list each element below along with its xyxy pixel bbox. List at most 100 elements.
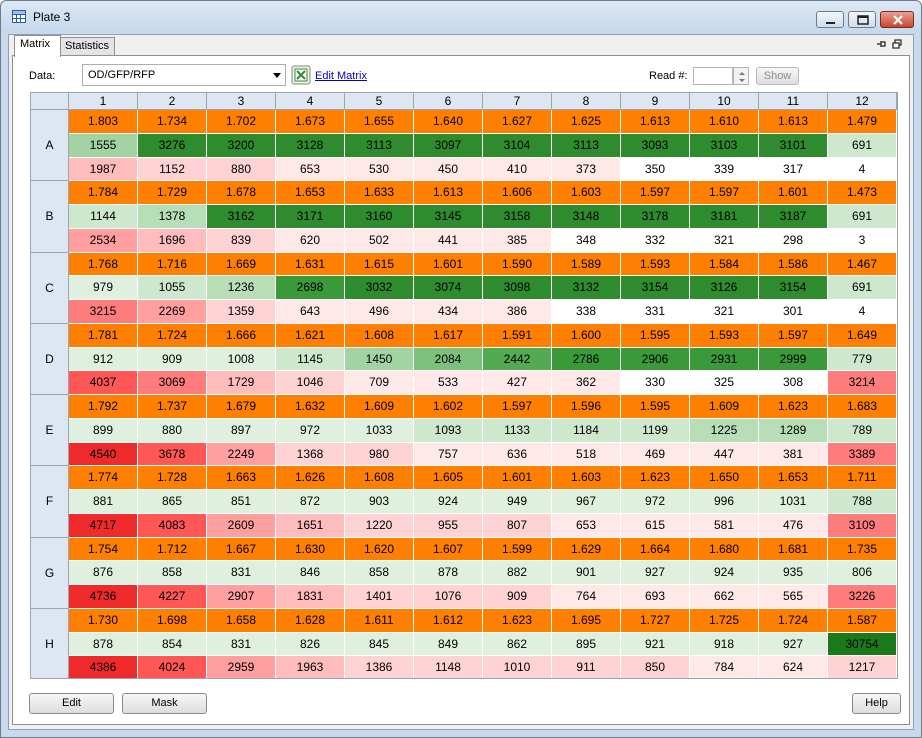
well-cell-rfp[interactable]: 1386 — [345, 656, 414, 678]
well-cell-gfp[interactable]: 1225 — [690, 418, 759, 443]
well-cell-gfp[interactable]: 3162 — [207, 205, 276, 229]
well-cell-od[interactable]: 1.591 — [483, 323, 552, 348]
row-header[interactable]: H — [31, 608, 69, 678]
well-cell-od[interactable]: 1.734 — [138, 110, 207, 134]
well-cell-od[interactable]: 1.627 — [483, 110, 552, 134]
well-cell-gfp[interactable]: 30754 — [828, 632, 897, 657]
well-cell-gfp[interactable]: 996 — [690, 490, 759, 514]
well-cell-od[interactable]: 1.602 — [414, 395, 483, 419]
well-cell-rfp[interactable]: 2959 — [207, 656, 276, 678]
well-cell-gfp[interactable]: 903 — [345, 490, 414, 514]
well-cell-gfp[interactable]: 927 — [759, 632, 828, 657]
well-cell-gfp[interactable]: 1031 — [759, 490, 828, 514]
well-cell-gfp[interactable]: 3148 — [552, 205, 621, 229]
well-cell-gfp[interactable]: 1055 — [138, 276, 207, 300]
well-cell-od[interactable]: 1.666 — [207, 323, 276, 348]
pin-icon[interactable] — [876, 39, 886, 49]
well-cell-gfp[interactable]: 3200 — [207, 133, 276, 158]
read-number-input[interactable] — [693, 67, 733, 85]
well-cell-rfp[interactable]: 4037 — [69, 371, 138, 395]
well-cell-gfp[interactable]: 831 — [207, 632, 276, 657]
well-cell-rfp[interactable]: 1076 — [414, 585, 483, 609]
column-header[interactable]: 11 — [759, 93, 828, 110]
well-cell-gfp[interactable]: 3276 — [138, 133, 207, 158]
column-header[interactable]: 3 — [207, 93, 276, 110]
well-cell-gfp[interactable]: 3187 — [759, 205, 828, 229]
well-cell-rfp[interactable]: 410 — [483, 157, 552, 182]
well-cell-gfp[interactable]: 858 — [345, 561, 414, 585]
well-cell-rfp[interactable]: 1359 — [207, 300, 276, 324]
well-cell-rfp[interactable]: 615 — [621, 513, 690, 538]
well-cell-od[interactable]: 1.653 — [276, 181, 345, 205]
well-cell-rfp[interactable]: 709 — [345, 371, 414, 395]
well-cell-rfp[interactable]: 624 — [759, 656, 828, 678]
column-header[interactable]: 4 — [276, 93, 345, 110]
well-cell-rfp[interactable]: 911 — [552, 656, 621, 678]
well-cell-od[interactable]: 1.679 — [207, 395, 276, 419]
well-cell-od[interactable]: 1.603 — [552, 466, 621, 490]
well-cell-gfp[interactable]: 2931 — [690, 347, 759, 372]
well-cell-od[interactable]: 1.595 — [621, 395, 690, 419]
mask-button[interactable]: Mask — [122, 693, 207, 714]
well-cell-gfp[interactable]: 865 — [138, 490, 207, 514]
well-cell-rfp[interactable]: 321 — [690, 300, 759, 324]
help-button[interactable]: Help — [852, 693, 901, 714]
well-cell-rfp[interactable]: 3214 — [828, 371, 897, 395]
well-cell-od[interactable]: 1.600 — [552, 323, 621, 348]
well-cell-od[interactable]: 1.669 — [207, 252, 276, 277]
well-cell-od[interactable]: 1.615 — [345, 252, 414, 277]
well-cell-gfp[interactable]: 1093 — [414, 418, 483, 443]
well-cell-rfp[interactable]: 350 — [621, 157, 690, 182]
well-cell-od[interactable]: 1.702 — [207, 110, 276, 134]
well-cell-rfp[interactable]: 2269 — [138, 300, 207, 324]
well-cell-od[interactable]: 1.621 — [276, 323, 345, 348]
tab-matrix[interactable]: Matrix — [14, 35, 61, 57]
well-cell-rfp[interactable]: 880 — [207, 157, 276, 182]
well-cell-rfp[interactable]: 4540 — [69, 442, 138, 467]
column-header[interactable]: 7 — [483, 93, 552, 110]
well-cell-od[interactable]: 1.467 — [828, 252, 897, 277]
well-cell-rfp[interactable]: 4083 — [138, 513, 207, 538]
well-cell-rfp[interactable]: 3215 — [69, 300, 138, 324]
well-cell-gfp[interactable]: 1033 — [345, 418, 414, 443]
well-cell-rfp[interactable]: 325 — [690, 371, 759, 395]
well-cell-rfp[interactable]: 2249 — [207, 442, 276, 467]
well-cell-rfp[interactable]: 386 — [483, 300, 552, 324]
well-cell-od[interactable]: 1.658 — [207, 608, 276, 633]
well-cell-gfp[interactable]: 3181 — [690, 205, 759, 229]
well-cell-rfp[interactable]: 1401 — [345, 585, 414, 609]
column-header[interactable]: 10 — [690, 93, 759, 110]
well-cell-gfp[interactable]: 924 — [690, 561, 759, 585]
well-cell-gfp[interactable]: 895 — [552, 632, 621, 657]
well-cell-od[interactable]: 1.601 — [483, 466, 552, 490]
well-cell-gfp[interactable]: 849 — [414, 632, 483, 657]
maximize-button[interactable] — [848, 11, 876, 28]
well-cell-rfp[interactable]: 2907 — [207, 585, 276, 609]
well-cell-gfp[interactable]: 854 — [138, 632, 207, 657]
well-cell-gfp[interactable]: 2084 — [414, 347, 483, 372]
row-header[interactable]: B — [31, 181, 69, 253]
well-cell-rfp[interactable]: 643 — [276, 300, 345, 324]
well-cell-rfp[interactable]: 839 — [207, 228, 276, 253]
well-cell-od[interactable]: 1.623 — [483, 608, 552, 633]
well-cell-od[interactable]: 1.613 — [414, 181, 483, 205]
well-cell-od[interactable]: 1.781 — [69, 323, 138, 348]
well-cell-rfp[interactable]: 1696 — [138, 228, 207, 253]
well-cell-rfp[interactable]: 653 — [276, 157, 345, 182]
well-cell-od[interactable]: 1.593 — [690, 323, 759, 348]
well-cell-rfp[interactable]: 339 — [690, 157, 759, 182]
well-cell-rfp[interactable]: 1963 — [276, 656, 345, 678]
well-cell-gfp[interactable]: 788 — [828, 490, 897, 514]
well-cell-rfp[interactable]: 518 — [552, 442, 621, 467]
well-cell-od[interactable]: 1.728 — [138, 466, 207, 490]
well-cell-gfp[interactable]: 1555 — [69, 133, 138, 158]
well-cell-rfp[interactable]: 1368 — [276, 442, 345, 467]
row-header[interactable]: A — [31, 110, 69, 182]
tab-statistics[interactable]: Statistics — [59, 37, 115, 56]
column-header[interactable]: 2 — [138, 93, 207, 110]
column-header[interactable]: 8 — [552, 93, 621, 110]
well-cell-rfp[interactable]: 434 — [414, 300, 483, 324]
well-cell-rfp[interactable]: 317 — [759, 157, 828, 182]
well-cell-rfp[interactable]: 321 — [690, 228, 759, 253]
well-cell-od[interactable]: 1.609 — [345, 395, 414, 419]
